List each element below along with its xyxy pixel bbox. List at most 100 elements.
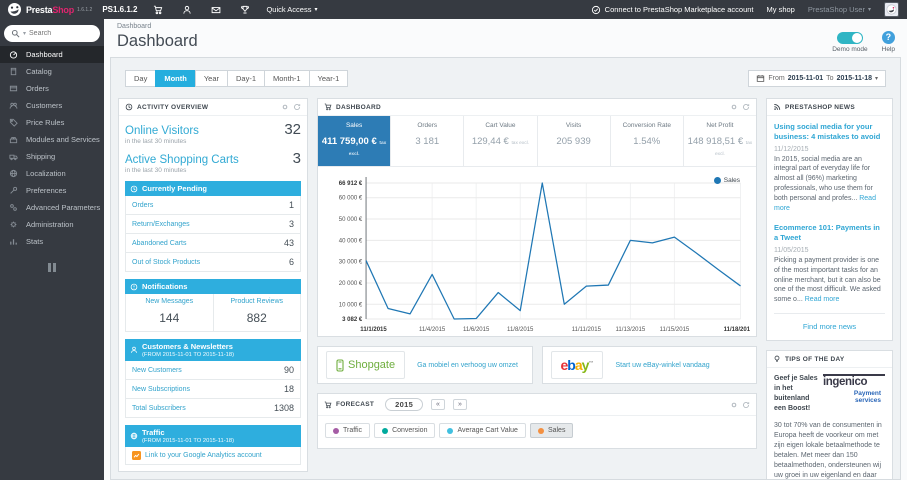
product-reviews-link[interactable]: Product Reviews bbox=[216, 298, 299, 305]
legend-conversion-toggle[interactable]: Conversion bbox=[374, 423, 436, 438]
legend-dot bbox=[713, 177, 721, 184]
sidebar-item-dashboard[interactable]: Dashboard bbox=[0, 46, 104, 63]
refresh-icon[interactable] bbox=[742, 103, 750, 111]
panel-tips-of-the-day: TIPS OF THE DAY ingenico Payment services… bbox=[766, 350, 893, 480]
clock-icon bbox=[125, 103, 133, 111]
sidebar-item-preferences[interactable]: Preferences bbox=[0, 182, 104, 199]
chart-legend[interactable]: Sales bbox=[713, 177, 740, 184]
news-article-title[interactable]: Ecommerce 101: Payments in a Tweet bbox=[774, 223, 885, 243]
help-icon[interactable]: ? bbox=[881, 31, 895, 44]
pending-out-of-stock-link[interactable]: Out of Stock Products bbox=[132, 259, 200, 266]
read-more-link[interactable]: Read more bbox=[805, 296, 840, 303]
customer-icon[interactable] bbox=[182, 5, 192, 15]
collapse-menu-icon[interactable] bbox=[48, 263, 56, 272]
pending-abandoned-carts-link[interactable]: Abandoned Carts bbox=[132, 240, 186, 247]
svg-text:11/18/201: 11/18/201 bbox=[724, 326, 751, 333]
sidebar-item-price-rules[interactable]: Price Rules bbox=[0, 114, 104, 131]
range-year-button[interactable]: Year bbox=[194, 70, 228, 87]
range-day-button[interactable]: Day bbox=[125, 70, 157, 87]
shopgate-logo: Shopgate bbox=[326, 351, 406, 379]
date-range-picker[interactable]: From 2015-11-01 To 2015-11-18 ▾ bbox=[748, 70, 886, 87]
help-label: Help bbox=[881, 46, 895, 53]
customers-icon bbox=[9, 102, 18, 109]
ingenico-logo: ingenico Payment services bbox=[823, 374, 885, 404]
pending-orders-link[interactable]: Orders bbox=[132, 202, 153, 209]
range-month-button[interactable]: Month bbox=[155, 70, 196, 87]
gear-icon[interactable] bbox=[730, 103, 738, 111]
quick-access-menu[interactable]: Quick Access ▾ bbox=[266, 5, 317, 14]
refresh-icon[interactable] bbox=[742, 401, 750, 409]
messages-icon[interactable] bbox=[211, 5, 221, 15]
localization-icon bbox=[9, 169, 18, 178]
panel-title: FORECAST bbox=[336, 401, 375, 408]
panel-title: ACTIVITY OVERVIEW bbox=[137, 103, 209, 111]
range-month-1-button[interactable]: Month-1 bbox=[264, 70, 310, 87]
range-day-1-button[interactable]: Day-1 bbox=[227, 70, 266, 87]
new-customers-link[interactable]: New Customers bbox=[132, 367, 182, 374]
legend-traffic-toggle[interactable]: Traffic bbox=[325, 423, 371, 438]
legend-avg-cart-value-toggle[interactable]: Average Cart Value bbox=[439, 423, 526, 438]
gear-icon[interactable] bbox=[730, 401, 738, 409]
breadcrumb[interactable]: Dashboard bbox=[104, 19, 907, 31]
traffic-dot bbox=[333, 427, 339, 434]
sales-dot bbox=[537, 427, 544, 434]
refresh-icon[interactable] bbox=[293, 103, 301, 111]
shopgate-phone-icon bbox=[336, 358, 344, 372]
customers-row: New Customers 90 bbox=[125, 361, 301, 380]
panel-activity-overview: ACTIVITY OVERVIEW Online Visitors 32 in t… bbox=[118, 98, 308, 472]
sidebar-item-advanced-parameters[interactable]: Advanced Parameters bbox=[0, 199, 104, 216]
user-menu[interactable]: PrestaShop User ▾ bbox=[808, 5, 871, 14]
price-rules-icon bbox=[9, 118, 18, 127]
svg-text:11/15/2015: 11/15/2015 bbox=[660, 326, 690, 333]
sidebar-nav: Dashboard Catalog Orders Customers Price… bbox=[0, 46, 104, 250]
forecast-next-button[interactable]: » bbox=[452, 399, 467, 410]
chevron-down-icon[interactable]: ▾ bbox=[23, 30, 26, 37]
avatar[interactable] bbox=[884, 2, 899, 17]
conversion-dot bbox=[382, 427, 389, 434]
find-more-news-link[interactable]: Find more news bbox=[774, 320, 885, 333]
sales-chart: 3 082 € 10 000 € 20 000 € 30 000 € 40 000 € 5… bbox=[339, 177, 751, 333]
sidebar-item-stats[interactable]: Stats bbox=[0, 233, 104, 250]
sidebar-item-shipping[interactable]: Shipping bbox=[0, 148, 104, 165]
kpi-cart-value[interactable]: Cart Value 129,44 € tax excl. bbox=[463, 116, 536, 166]
sidebar-item-customers[interactable]: Customers bbox=[0, 97, 104, 114]
sidebar-item-localization[interactable]: Localization bbox=[0, 165, 104, 182]
chevron-down-icon: ▾ bbox=[867, 7, 871, 13]
sidebar-item-modules[interactable]: Modules and Services bbox=[0, 131, 104, 148]
forecast-prev-button[interactable]: « bbox=[431, 399, 445, 410]
sidebar-search[interactable]: ▾ bbox=[4, 25, 100, 42]
legend-sales-toggle[interactable]: Sales bbox=[529, 423, 574, 438]
new-messages-link[interactable]: New Messages bbox=[128, 298, 211, 305]
shopgate-link[interactable]: Ga mobiel en verhoog uw omzet bbox=[417, 362, 518, 369]
news-article-title[interactable]: Using social media for your business: 4 … bbox=[774, 122, 885, 142]
sidebar-item-orders[interactable]: Orders bbox=[0, 80, 104, 97]
pending-row: Out of Stock Products 6 bbox=[125, 253, 301, 272]
my-shop-link[interactable]: My shop bbox=[767, 5, 795, 14]
kpi-conversion-rate[interactable]: Conversion Rate 1.54% bbox=[609, 116, 683, 166]
pending-row: Abandoned Carts 43 bbox=[125, 234, 301, 253]
total-subscribers-link[interactable]: Total Subscribers bbox=[132, 405, 186, 412]
kpi-visits[interactable]: Visits 205 939 bbox=[536, 116, 610, 166]
pending-returns-link[interactable]: Return/Exchanges bbox=[132, 221, 190, 228]
forecast-year[interactable]: 2015 bbox=[385, 398, 424, 411]
demo-mode-toggle[interactable] bbox=[836, 32, 863, 44]
google-analytics-icon bbox=[132, 451, 141, 460]
google-analytics-link[interactable]: Link to your Google Analytics account bbox=[145, 452, 262, 459]
sidebar-item-catalog[interactable]: Catalog bbox=[0, 63, 104, 80]
kpi-sales[interactable]: Sales 411 759,00 € tax excl. bbox=[318, 116, 391, 166]
range-year-1-button[interactable]: Year-1 bbox=[308, 70, 349, 87]
ebay-link[interactable]: Start uw eBay-winkel vandaag bbox=[615, 362, 709, 369]
new-subscriptions-link[interactable]: New Subscriptions bbox=[132, 386, 190, 393]
tip-body: 30 tot 70% van de consumenten in Europa … bbox=[774, 421, 882, 480]
trophy-icon[interactable] bbox=[240, 5, 250, 15]
news-article: Using social media for your business: 4 … bbox=[774, 122, 885, 214]
gear-icon[interactable] bbox=[281, 103, 289, 111]
search-input[interactable] bbox=[29, 30, 88, 37]
kpi-net-profit[interactable]: Net Profit 148 918,51 € tax excl. bbox=[682, 116, 756, 166]
cart-icon[interactable] bbox=[153, 5, 163, 15]
shopgate-banner: Shopgate Ga mobiel en verhoog uw omzet bbox=[317, 346, 533, 384]
connect-marketplace-link[interactable]: Connect to PrestaShop Marketplace accoun… bbox=[591, 5, 754, 15]
modules-icon bbox=[9, 137, 18, 144]
sidebar-item-administration[interactable]: Administration bbox=[0, 216, 104, 233]
kpi-orders[interactable]: Orders 3 181 bbox=[390, 116, 463, 166]
